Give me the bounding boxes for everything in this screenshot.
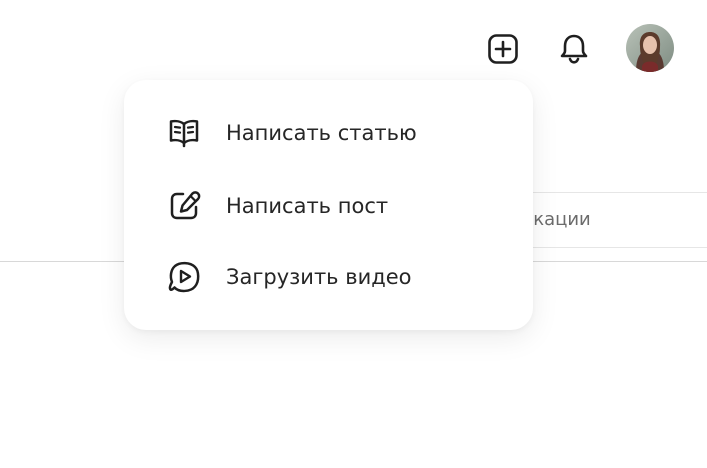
create-menu: Написать статью Написать пост Загрузить … [124,80,533,330]
menu-item-write-article[interactable]: Написать статью [124,103,533,163]
menu-item-upload-video[interactable]: Загрузить видео [124,247,533,307]
avatar[interactable] [626,24,674,72]
play-video-icon [166,259,202,295]
plus-square-icon [488,34,518,64]
menu-item-label: Загрузить видео [226,265,412,289]
menu-item-write-post[interactable]: Написать пост [124,176,533,236]
page: ликации Написать статью Написать пост За… [0,0,707,468]
notifications-button[interactable] [555,30,593,68]
pencil-square-icon [166,188,202,224]
bell-icon [560,34,588,64]
open-book-icon [166,115,202,151]
menu-item-label: Написать статью [226,121,417,145]
create-button[interactable] [484,30,522,68]
menu-item-label: Написать пост [226,194,389,218]
avatar-image [626,24,674,72]
